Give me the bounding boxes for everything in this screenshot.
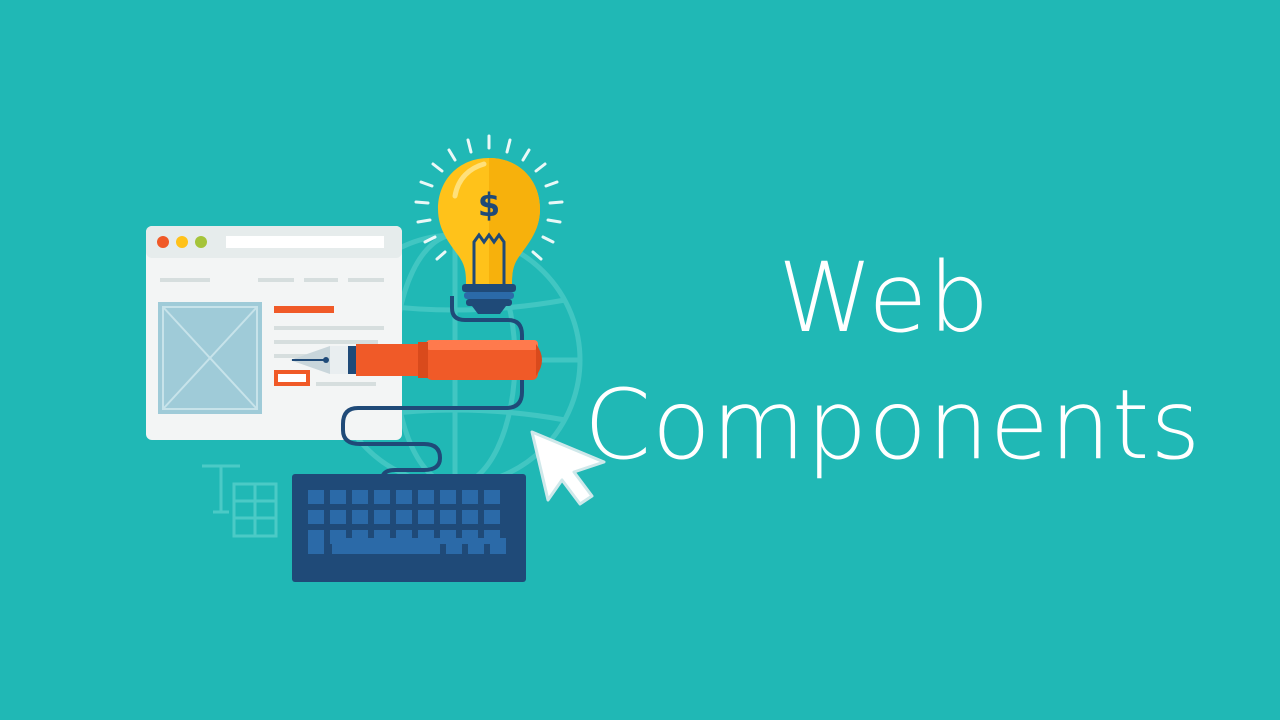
keyboard-key — [308, 510, 324, 524]
grid-icon — [232, 482, 278, 538]
keyboard-key — [352, 510, 368, 524]
keyboard-key — [396, 490, 412, 504]
lightbulb-icon — [414, 134, 564, 314]
title-line-web: Web — [778, 242, 991, 354]
keyboard-icon — [292, 474, 526, 582]
keyboard-key — [462, 510, 478, 524]
keyboard-key — [468, 538, 484, 554]
keyboard-key — [308, 538, 324, 554]
keyboard-key — [330, 510, 346, 524]
keyboard-key — [374, 510, 390, 524]
title-line-components: Components — [584, 369, 1202, 481]
banner: $ Web Components — [0, 0, 1280, 720]
keyboard-key — [440, 510, 456, 524]
keyboard-key — [462, 490, 478, 504]
dollar-sign: $ — [478, 186, 500, 224]
keyboard-key — [418, 490, 434, 504]
keyboard-key — [484, 510, 500, 524]
keyboard-key — [308, 490, 324, 504]
keyboard-key — [374, 490, 390, 504]
keyboard-key — [440, 490, 456, 504]
web-design-illustration: $ — [146, 134, 606, 582]
keyboard-key — [484, 490, 500, 504]
keyboard-key — [418, 510, 434, 524]
keyboard-key — [490, 538, 506, 554]
keyboard-key — [330, 490, 346, 504]
keyboard-key — [352, 490, 368, 504]
keyboard-key — [396, 510, 412, 524]
keyboard-key — [446, 538, 462, 554]
